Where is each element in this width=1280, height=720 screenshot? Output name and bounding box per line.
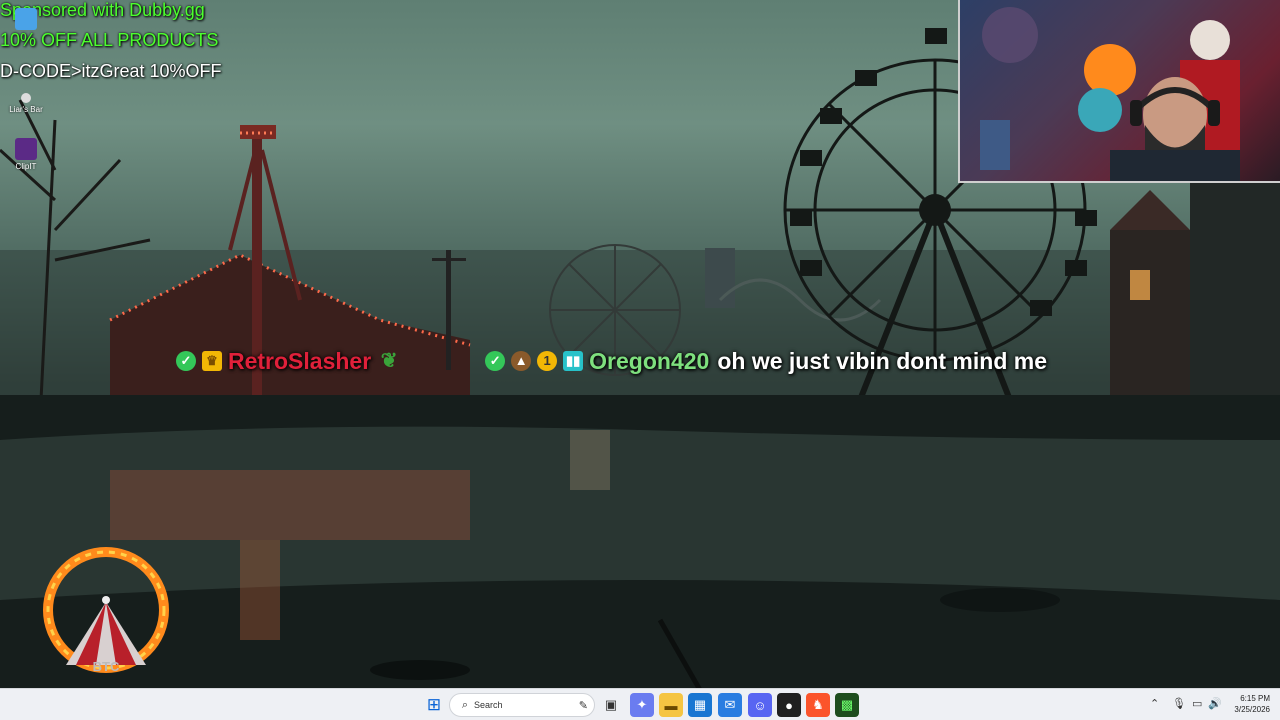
clipit-icon [15,138,37,160]
chat-username-2: Oregon420 [589,347,710,374]
desktop-icon-label: ClipIT [15,162,37,171]
clock-date: 3/25/2026 [1234,705,1270,714]
chat-message-row: ✓ ♛ RetroSlasher ❦ ✓ ▲ 1 ▮▮ Oregon420 oh… [176,345,1047,377]
number-badge-icon: 1 [537,351,558,371]
network-icon[interactable]: ▭ [1192,697,1202,710]
microphone-icon[interactable]: 🎙 [1172,697,1186,710]
desktop-icon-label: Liar's Bar [9,105,43,114]
obs-icon[interactable]: ● [777,693,801,717]
taskbar-clock[interactable]: 6:15 PM 3/25/2026 [1234,693,1270,715]
chat-message-text: oh we just vibin dont mind me [717,347,1047,374]
sponsor-line-3: D-CODE>itzGreat 10%OFF [0,61,222,81]
copilot-icon[interactable]: ✦ [630,693,654,717]
chat-username-1: RetroSlasher [228,347,372,374]
clock-time: 6:15 PM [1240,694,1270,703]
app-icon [15,8,37,30]
store-icon[interactable]: ▦ [688,693,712,717]
windows-taskbar: ⊞ ⌕ Search ✎ ▣ ✦ ▬ ▦ ✉ ☺ ● ♞ ▩ ⌃ 🎙 ▭ 🔊 6… [0,688,1280,720]
verified-check-icon: ✓ [485,351,506,371]
btc-logo-text: BTC [93,659,120,674]
windows-start-icon[interactable]: ⊞ [422,693,446,717]
btc-circus-logo: BTC [40,540,172,680]
brave-browser-icon[interactable]: ♞ [806,693,830,717]
outlook-icon[interactable]: ✉ [718,693,742,717]
task-view-icon[interactable]: ▣ [599,693,623,717]
liars-bar-icon [21,93,31,103]
discord-icon[interactable]: ☺ [748,693,772,717]
bars-badge-icon: ▮▮ [563,351,584,371]
desktop-icon-clipit[interactable]: ClipIT [0,138,52,171]
search-highlight-icon: ✎ [578,699,588,712]
desktop-icon-liars-bar[interactable]: Liar's Bar [0,93,52,114]
webcam-overlay [958,0,1280,183]
file-explorer-icon[interactable]: ▬ [659,693,683,717]
taskbar-search-box[interactable]: ⌕ Search ✎ [449,693,595,717]
search-label: Search [474,700,503,710]
desktop-icon-top[interactable] [0,8,52,32]
app-terminal-icon[interactable]: ▩ [835,693,859,717]
hat-badge-icon: ▲ [511,351,532,371]
search-icon: ⌕ [461,698,469,711]
chevron-up-icon[interactable]: ⌃ [1150,697,1159,710]
verified-check-icon: ✓ [176,351,196,371]
sponsor-line-2: 10% OFF ALL PRODUCTS [0,30,219,50]
volume-icon[interactable]: 🔊 [1208,697,1222,710]
crown-badge-icon: ♛ [202,351,222,371]
leaf-badge-icon: ❦ [380,350,398,372]
